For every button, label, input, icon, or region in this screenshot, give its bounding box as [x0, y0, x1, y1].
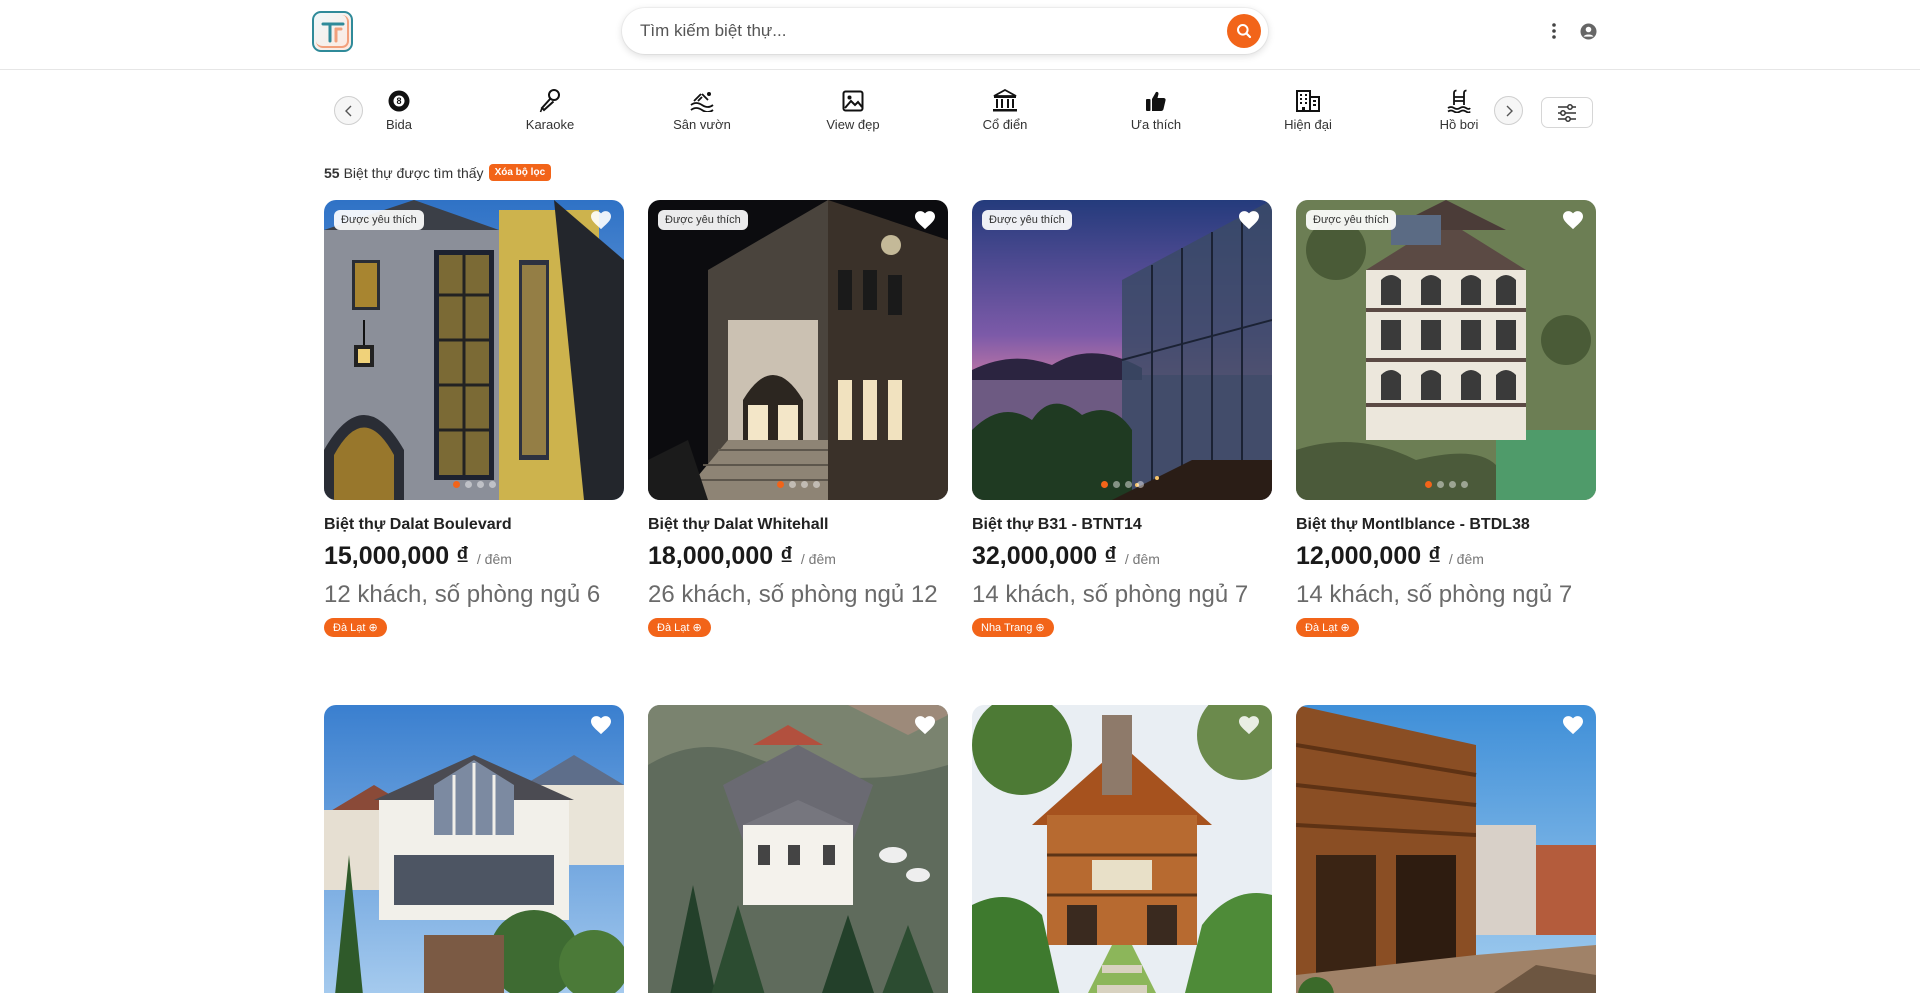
- favorite-badge: Được yêu thích: [982, 210, 1072, 230]
- listing-card[interactable]: Được yêu thích Biệt thự Dalat Boulevard …: [324, 200, 624, 637]
- category-view-dep[interactable]: View đẹp: [793, 88, 913, 138]
- image-carousel-dots: [1296, 481, 1596, 488]
- category-karaoke[interactable]: Karaoke: [490, 88, 610, 138]
- listing-price: 18,000,000 ₫ / đêm: [648, 542, 948, 571]
- category-label: Hồ bơi: [1439, 117, 1479, 132]
- billiard-ball-icon: 8: [388, 88, 410, 114]
- more-vertical-icon: [1552, 23, 1556, 39]
- location-tag[interactable]: Nha Trang ⊕: [972, 618, 1054, 637]
- classical-building-icon: [992, 88, 1018, 114]
- favorite-badge: Được yêu thích: [1306, 210, 1396, 230]
- category-san-vuon[interactable]: Sân vườn: [642, 88, 762, 138]
- favorite-badge: Được yêu thích: [658, 210, 748, 230]
- heart-icon[interactable]: [1562, 210, 1584, 230]
- category-label: Karaoke: [525, 117, 575, 132]
- heart-icon[interactable]: [590, 715, 612, 735]
- listing-capacity: 14 khách, số phòng ngủ 7: [1296, 581, 1573, 608]
- listing-card[interactable]: Được yêu thích Biệt thự Dalat Whitehall …: [648, 200, 948, 637]
- category-next-button[interactable]: [1494, 96, 1523, 125]
- swimming-pool-icon: [1447, 88, 1471, 114]
- price-unit: / đêm: [1124, 551, 1160, 567]
- category-label: Ưa thích: [1130, 117, 1182, 132]
- clear-filter-button[interactable]: Xóa bộ lọc: [488, 164, 552, 181]
- listing-image[interactable]: [972, 705, 1272, 993]
- svg-text:8: 8: [396, 96, 401, 106]
- price-value: 18,000,000 ₫: [648, 542, 793, 570]
- heart-icon[interactable]: [590, 210, 612, 230]
- listing-capacity: 26 khách, số phòng ngủ 12: [648, 581, 938, 608]
- search-button[interactable]: [1227, 14, 1261, 48]
- results-summary: 55 Biệt thự được tìm thấy Xóa bộ lọc: [324, 164, 552, 181]
- listing-card[interactable]: [324, 705, 624, 993]
- category-label: Bida: [385, 117, 413, 132]
- listing-title[interactable]: Biệt thự Dalat Boulevard: [324, 516, 624, 534]
- heart-icon[interactable]: [1562, 715, 1584, 735]
- filter-settings-button[interactable]: [1541, 97, 1593, 128]
- location-tag[interactable]: Đà Lạt ⊕: [648, 618, 711, 637]
- garden-icon: [689, 88, 715, 114]
- category-label: Sân vườn: [673, 117, 731, 132]
- price-unit: / đêm: [1448, 551, 1484, 567]
- image-carousel-dots: [648, 481, 948, 488]
- location-tag[interactable]: Đà Lạt ⊕: [1296, 618, 1359, 637]
- image-carousel-dots: [972, 481, 1272, 488]
- account-button[interactable]: [1578, 20, 1598, 42]
- heart-icon[interactable]: [1238, 210, 1260, 230]
- search-bar: [622, 8, 1268, 54]
- top-header: [0, 0, 1920, 70]
- listing-title[interactable]: Biệt thự Dalat Whitehall: [648, 516, 948, 534]
- microphone-icon: [539, 88, 561, 114]
- price-unit: / đêm: [476, 551, 512, 567]
- price-value: 15,000,000 ₫: [324, 542, 469, 570]
- modern-building-icon: [1295, 88, 1321, 114]
- category-co-dien[interactable]: Cổ điển: [945, 88, 1065, 138]
- listing-capacity: 14 khách, số phòng ngủ 7: [972, 581, 1249, 608]
- listing-title[interactable]: Biệt thự Montlblance - BTDL38: [1296, 516, 1596, 534]
- listing-card[interactable]: [1296, 705, 1596, 993]
- listing-card[interactable]: [972, 705, 1272, 993]
- results-count: 55: [324, 164, 340, 181]
- listing-title[interactable]: Biệt thự B31 - BTNT14: [972, 516, 1272, 534]
- heart-icon[interactable]: [914, 715, 936, 735]
- listing-capacity: 12 khách, số phòng ngủ 6: [324, 581, 601, 608]
- image-icon: [842, 88, 864, 114]
- category-label: Hiện đại: [1284, 117, 1332, 132]
- listing-card[interactable]: Được yêu thích Biệt thự Montlblance - BT…: [1296, 200, 1596, 637]
- listing-price: 15,000,000 ₫ / đêm: [324, 542, 624, 571]
- listing-card[interactable]: [648, 705, 948, 993]
- results-text: Biệt thự được tìm thấy: [343, 164, 484, 181]
- listing-image[interactable]: [1296, 705, 1596, 993]
- listing-price: 12,000,000 ₫ / đêm: [1296, 542, 1596, 571]
- heart-icon[interactable]: [914, 210, 936, 230]
- category-hien-dai[interactable]: Hiện đại: [1248, 88, 1368, 138]
- price-value: 12,000,000 ₫: [1296, 542, 1441, 570]
- sliders-icon: [1558, 103, 1576, 122]
- more-menu-button[interactable]: [1544, 20, 1564, 42]
- category-ua-thich[interactable]: Ưa thích: [1096, 88, 1216, 138]
- listing-image[interactable]: Được yêu thích: [324, 200, 624, 500]
- listing-image[interactable]: [324, 705, 624, 993]
- price-value: 32,000,000 ₫: [972, 542, 1117, 570]
- listing-card[interactable]: Được yêu thích Biệt thự B31 - BTNT14 32,…: [972, 200, 1272, 637]
- brand-logo[interactable]: [312, 11, 353, 52]
- listing-image[interactable]: Được yêu thích: [648, 200, 948, 500]
- location-tag[interactable]: Đà Lạt ⊕: [324, 618, 387, 637]
- listing-image[interactable]: [648, 705, 948, 993]
- thumbs-up-icon: [1145, 88, 1167, 114]
- search-input[interactable]: [640, 8, 1200, 54]
- search-icon: [1237, 24, 1252, 39]
- heart-icon[interactable]: [1238, 715, 1260, 735]
- user-avatar-icon: [1580, 23, 1596, 39]
- chevron-right-icon: [1506, 105, 1513, 116]
- category-label: Cổ điển: [982, 117, 1028, 132]
- image-carousel-dots: [324, 481, 624, 488]
- listing-price: 32,000,000 ₫ / đêm: [972, 542, 1272, 571]
- favorite-badge: Được yêu thích: [334, 210, 424, 230]
- category-bida[interactable]: 8 Bida: [339, 88, 459, 138]
- listing-image[interactable]: Được yêu thích: [1296, 200, 1596, 500]
- price-unit: / đêm: [800, 551, 836, 567]
- category-label: View đẹp: [826, 117, 880, 132]
- listing-image[interactable]: Được yêu thích: [972, 200, 1272, 500]
